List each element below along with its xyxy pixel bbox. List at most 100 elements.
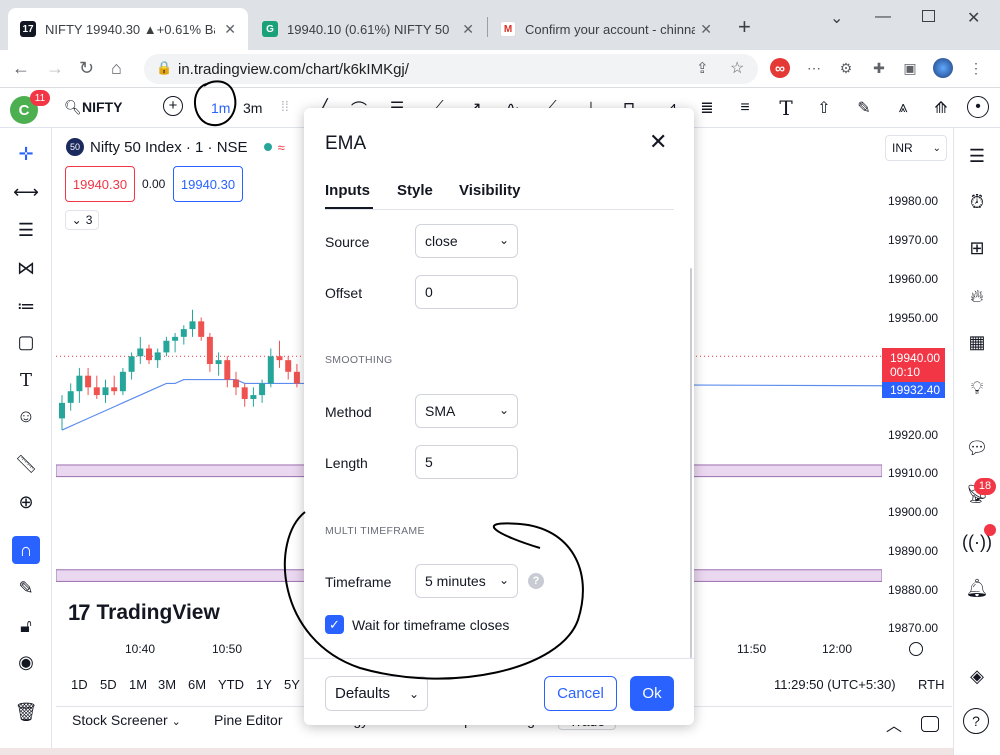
profile-avatar[interactable] — [933, 58, 953, 78]
bell-icon[interactable]: 🔔︎ — [963, 574, 991, 602]
share-icon[interactable]: ⇪ — [696, 59, 709, 77]
fib-icon[interactable]: ≣ — [694, 96, 720, 120]
price-scale[interactable]: INR ⌄ 19980.00 19970.00 19960.00 19950.00… — [882, 132, 952, 662]
tab-inputs[interactable]: Inputs — [325, 182, 370, 199]
currency-select[interactable]: INR ⌄ — [885, 135, 947, 161]
sell-button[interactable]: 19940.30 — [65, 166, 135, 202]
cancel-button[interactable]: Cancel — [544, 676, 617, 711]
prediction-tool-icon[interactable]: ≔ — [12, 292, 40, 320]
range-ytd[interactable]: YTD — [218, 677, 244, 692]
symbol-search[interactable]: NIFTY — [82, 99, 122, 115]
range-1y[interactable]: 1Y — [256, 677, 272, 692]
tab-search-icon[interactable]: ⌄ — [830, 8, 843, 28]
browser-tab-tradingview[interactable]: 17 NIFTY 19940.30 ▲+0.61% Bank ✕ — [8, 8, 248, 50]
trash-icon[interactable]: 🗑︎ — [12, 698, 40, 726]
maximize-panel-icon[interactable] — [921, 716, 939, 732]
tab-stock-screener[interactable]: Stock Screener ⌄ — [72, 712, 181, 728]
drag-handle-icon[interactable]: ⁞⁞ — [281, 98, 289, 114]
extension-gear-icon[interactable]: ⚙ — [836, 58, 856, 78]
tab-visibility[interactable]: Visibility — [459, 182, 520, 199]
eye-icon[interactable]: ◉ — [12, 648, 40, 676]
fib-tool-icon[interactable]: ☰ — [12, 216, 40, 244]
compare-add-icon[interactable]: + — [163, 96, 183, 116]
close-tab-icon[interactable]: ✕ — [700, 21, 712, 38]
tab-style[interactable]: Style — [397, 182, 433, 199]
chevron-up-icon[interactable]: ︿ — [886, 712, 902, 736]
prediction-icon[interactable]: ⟰ — [928, 96, 954, 120]
close-tab-icon[interactable]: ✕ — [462, 21, 474, 38]
zoom-in-icon[interactable]: ⊕ — [12, 488, 40, 516]
method-select[interactable]: SMA ⌄ — [415, 394, 518, 428]
browser-menu-icon[interactable]: ⋮ — [966, 58, 986, 78]
trend-line-tool-icon[interactable]: ⟷ — [12, 178, 40, 206]
clock-timezone[interactable]: 11:29:50 (UTC+5:30) — [774, 677, 896, 692]
range-1d[interactable]: 1D — [71, 677, 88, 692]
watchlist-icon[interactable]: ☰ — [963, 142, 991, 170]
home-icon[interactable]: ⌂ — [111, 58, 122, 79]
pattern-tool-icon[interactable]: ⋈ — [12, 254, 40, 282]
side-panel-icon[interactable]: ▣ — [900, 58, 920, 78]
object-tree-icon[interactable]: ⊞ — [963, 234, 991, 262]
dialog-scrollbar[interactable] — [690, 268, 692, 658]
help-icon[interactable]: ? — [528, 573, 544, 589]
range-5d[interactable]: 5D — [100, 677, 117, 692]
calendar-icon[interactable]: ▦ — [963, 328, 991, 356]
text-tool-icon[interactable]: T — [12, 366, 40, 394]
close-tab-icon[interactable]: ✕ — [224, 21, 236, 38]
ok-button[interactable]: Ok — [630, 676, 674, 711]
brush-icon[interactable]: ✎ — [851, 96, 877, 120]
magnet-icon[interactable]: ∩ — [12, 536, 40, 564]
indicators-collapse-button[interactable]: ⌄ 3 — [65, 210, 99, 230]
arrow-marker-icon[interactable]: ⇧ — [811, 96, 837, 120]
source-select[interactable]: close ⌄ — [415, 224, 518, 258]
length-input[interactable]: 5 — [415, 445, 518, 479]
new-tab-button[interactable]: + — [738, 14, 751, 40]
search-icon[interactable]: 🔍︎ — [64, 99, 82, 116]
back-icon[interactable]: ← — [12, 58, 30, 79]
session-rth[interactable]: RTH — [918, 677, 944, 692]
range-3m[interactable]: 3M — [158, 677, 176, 692]
reload-icon[interactable]: ↻ — [79, 58, 94, 79]
settings-icon[interactable]: • — [967, 96, 989, 118]
text-tool-icon[interactable]: T — [773, 96, 799, 120]
shapes-tool-icon[interactable]: ▢ — [12, 328, 40, 356]
url-field[interactable]: 🔒 in.tradingview.com/chart/k6kIMKgj/ ⇪ ☆ — [144, 54, 758, 84]
extension-infinity-icon[interactable]: ∞ — [770, 58, 790, 78]
tab-pine-editor[interactable]: Pine Editor — [214, 712, 282, 728]
layers-icon[interactable]: ◈ — [963, 662, 991, 690]
pattern-icon[interactable]: ⩓ — [890, 96, 916, 120]
crosshair-icon[interactable]: ✛ — [12, 140, 40, 168]
browser-tab-nifty[interactable]: G 19940.10 (0.61%) NIFTY 50 ✕ — [250, 8, 486, 50]
close-window-icon[interactable]: ✕ — [967, 8, 980, 28]
range-5y[interactable]: 5Y — [284, 677, 300, 692]
ruler-icon[interactable]: 📏︎ — [12, 450, 40, 478]
chat-icon[interactable]: 💬︎ — [963, 434, 991, 462]
range-6m[interactable]: 6M — [188, 677, 206, 692]
lock-drawing-icon[interactable]: ✎ — [12, 574, 40, 602]
close-icon[interactable]: ✕ — [649, 129, 667, 155]
alarm-clock-icon[interactable]: ⏰︎ — [963, 188, 991, 216]
candle-body — [276, 356, 283, 361]
offset-input[interactable]: 0 — [415, 275, 518, 309]
maximize-icon[interactable] — [922, 10, 935, 22]
browser-tab-gmail[interactable]: M Confirm your account - chinna.k ✕ — [488, 8, 724, 50]
timeframe-select[interactable]: 5 minutes ⌄ — [415, 564, 518, 598]
wait-checkbox[interactable]: ✓ — [325, 615, 344, 634]
ideas-bulb-icon[interactable]: 💡︎ — [963, 374, 991, 402]
forward-icon[interactable]: → — [46, 58, 64, 79]
help-icon[interactable]: ? — [963, 708, 989, 734]
hotlist-fire-icon[interactable]: 🔥︎ — [963, 282, 991, 310]
scale-settings-icon[interactable] — [909, 642, 923, 656]
extension-dots-icon[interactable]: ⋯ — [804, 58, 824, 78]
lock-icon[interactable]: 🔓︎ — [12, 612, 40, 640]
minimize-icon[interactable]: — — [875, 8, 891, 26]
defaults-button[interactable]: Defaults ⌄ — [325, 676, 428, 711]
fib-channel-icon[interactable]: ≡ — [732, 96, 758, 120]
buy-button[interactable]: 19940.30 — [173, 166, 243, 202]
interval-3m[interactable]: 3m — [243, 100, 262, 116]
interval-1m[interactable]: 1m — [211, 100, 230, 116]
bookmark-star-icon[interactable]: ☆ — [730, 58, 744, 78]
range-1m[interactable]: 1M — [129, 677, 147, 692]
extensions-puzzle-icon[interactable]: ✚ — [869, 58, 889, 78]
emoji-icon[interactable]: ☺ — [12, 402, 40, 430]
